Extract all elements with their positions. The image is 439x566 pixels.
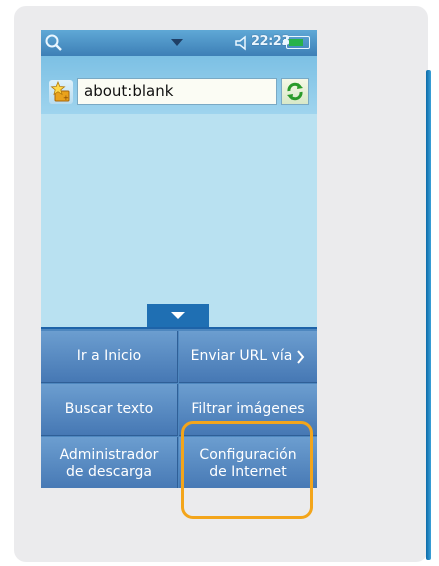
highlight-box <box>181 421 313 519</box>
menu-item-download-manager[interactable]: Administrador de descarga <box>41 437 178 488</box>
menu-item-search-text[interactable]: Buscar texto <box>41 384 178 436</box>
refresh-icon <box>287 82 303 101</box>
menu-item-label: Buscar texto <box>64 401 154 417</box>
status-dropdown-icon[interactable] <box>171 39 183 46</box>
browser-toolbar: + about:blank <box>41 56 317 114</box>
volume-icon <box>235 35 246 51</box>
star-folder-icon: + <box>50 80 70 102</box>
phone-screen: 22:23 + about:blank Ir a Inicio Enviar U… <box>41 30 317 488</box>
chevron-right-icon <box>297 349 305 364</box>
battery-icon <box>283 36 310 49</box>
url-input[interactable]: about:blank <box>77 78 277 105</box>
menu-item-label: Enviar URL vía <box>190 348 293 364</box>
chevron-down-icon <box>171 312 185 319</box>
refresh-button[interactable] <box>281 78 309 105</box>
web-content-area[interactable] <box>41 114 317 324</box>
favorites-button[interactable]: + <box>49 80 73 104</box>
svg-text:+: + <box>63 94 69 102</box>
status-bar: 22:23 <box>41 30 317 56</box>
menu-item-label: Filtrar imágenes <box>191 401 305 417</box>
menu-item-label: Ir a Inicio <box>76 348 142 364</box>
frame-edge-accent <box>426 70 431 560</box>
search-icon[interactable] <box>44 33 64 53</box>
menu-collapse-button[interactable] <box>147 304 209 328</box>
menu-item-label: Administrador de descarga <box>59 446 159 480</box>
menu-item-send-url[interactable]: Enviar URL vía <box>179 331 317 383</box>
menu-item-go-home[interactable]: Ir a Inicio <box>41 331 178 383</box>
